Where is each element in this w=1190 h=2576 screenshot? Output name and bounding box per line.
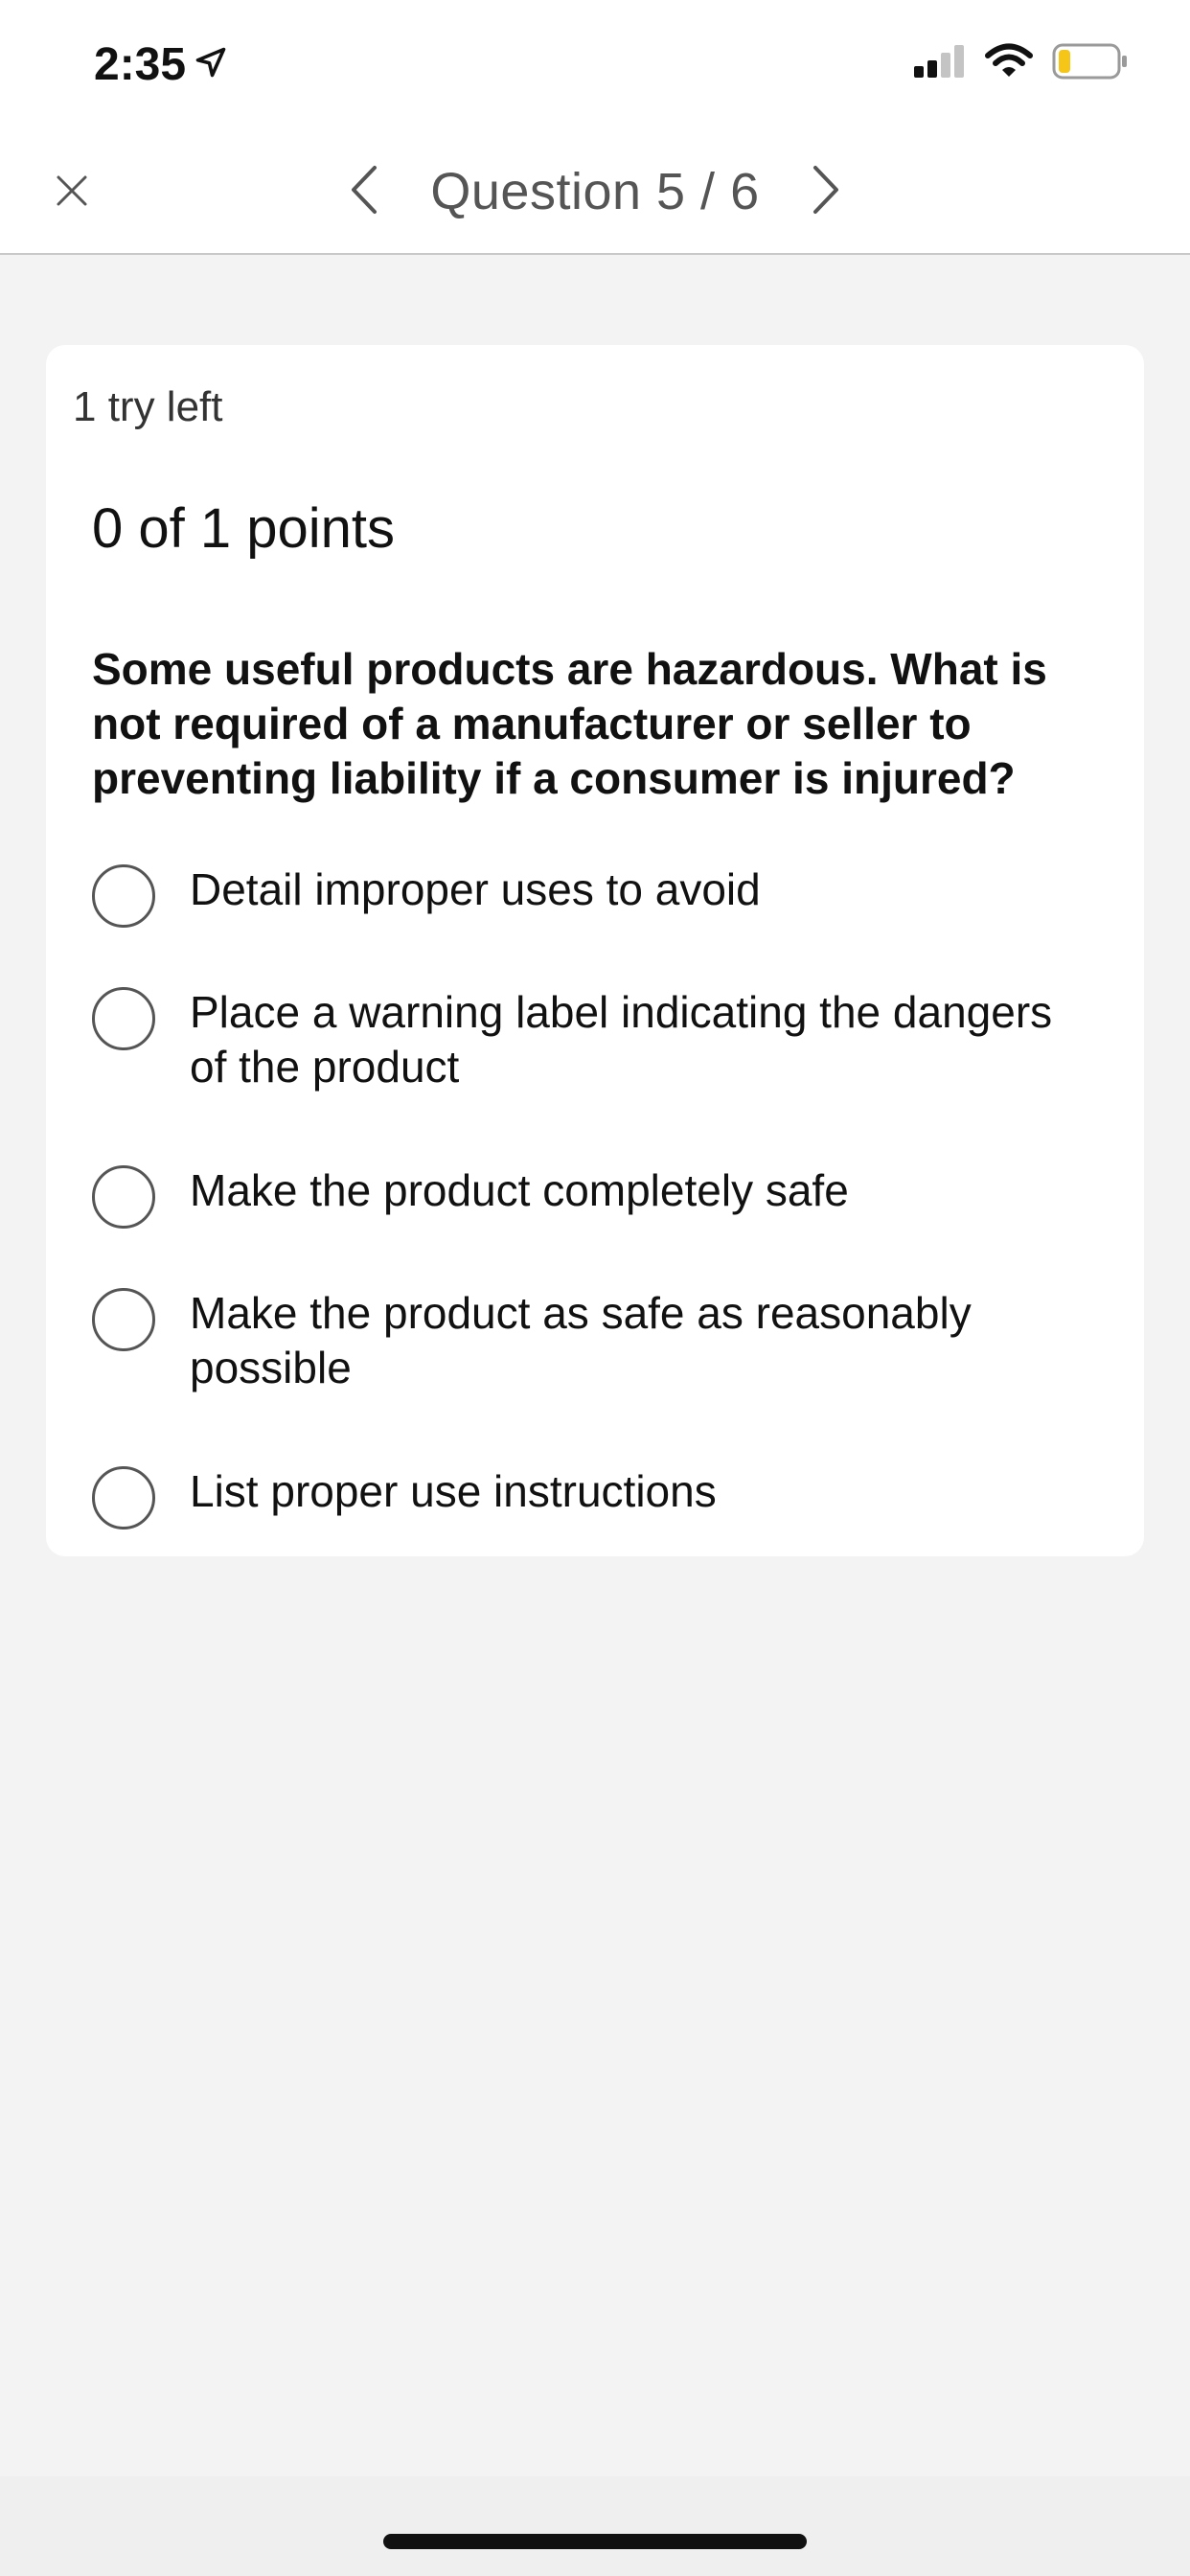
status-bar: 2:35 [0,0,1190,134]
question-text: Some useful products are hazardous. What… [92,644,1047,803]
radio-button[interactable] [92,1165,155,1229]
status-icons [912,42,1129,85]
question-navigator: Question 5 / 6 [0,153,1190,230]
answer-option[interactable]: Make the product completely safe [92,1163,1108,1229]
radio-button[interactable] [92,1466,155,1530]
answer-option-label: Make the product as safe as reasonably p… [190,1288,972,1392]
tries-remaining: 1 try left [73,383,223,430]
answer-option[interactable]: Detail improper uses to avoid [92,862,1108,928]
answer-option-label: Place a warning label indicating the dan… [190,987,1053,1092]
radio-button[interactable] [92,864,155,928]
chevron-right-icon [812,165,840,219]
battery-icon [1052,42,1129,85]
wifi-icon [985,43,1033,84]
question-counter: Question 5 / 6 [430,163,760,220]
question-card: 1 try left 0 of 1 points Some useful pro… [46,345,1144,1556]
answer-option[interactable]: Make the product as safe as reasonably p… [92,1286,1108,1395]
answer-option[interactable]: Place a warning label indicating the dan… [92,985,1108,1094]
home-indicator[interactable] [383,2534,807,2549]
answer-option-label: Make the product completely safe [190,1165,849,1215]
next-question-button[interactable] [802,158,850,225]
navigation-bar: Question 5 / 6 [0,134,1190,255]
cellular-signal-icon [912,43,966,84]
location-arrow-icon [194,38,228,91]
status-time: 2:35 [94,39,187,90]
answer-option-label: Detail improper uses to avoid [190,864,761,914]
radio-button[interactable] [92,1288,155,1351]
previous-question-button[interactable] [340,158,388,225]
radio-button[interactable] [92,987,155,1050]
answer-option-label: List proper use instructions [190,1466,717,1516]
bottom-safe-area [0,2476,1190,2576]
chevron-left-icon [350,165,378,219]
answer-option[interactable]: List proper use instructions [92,1464,1108,1530]
points-score: 0 of 1 points [92,497,395,560]
status-time-group: 2:35 [94,38,228,91]
